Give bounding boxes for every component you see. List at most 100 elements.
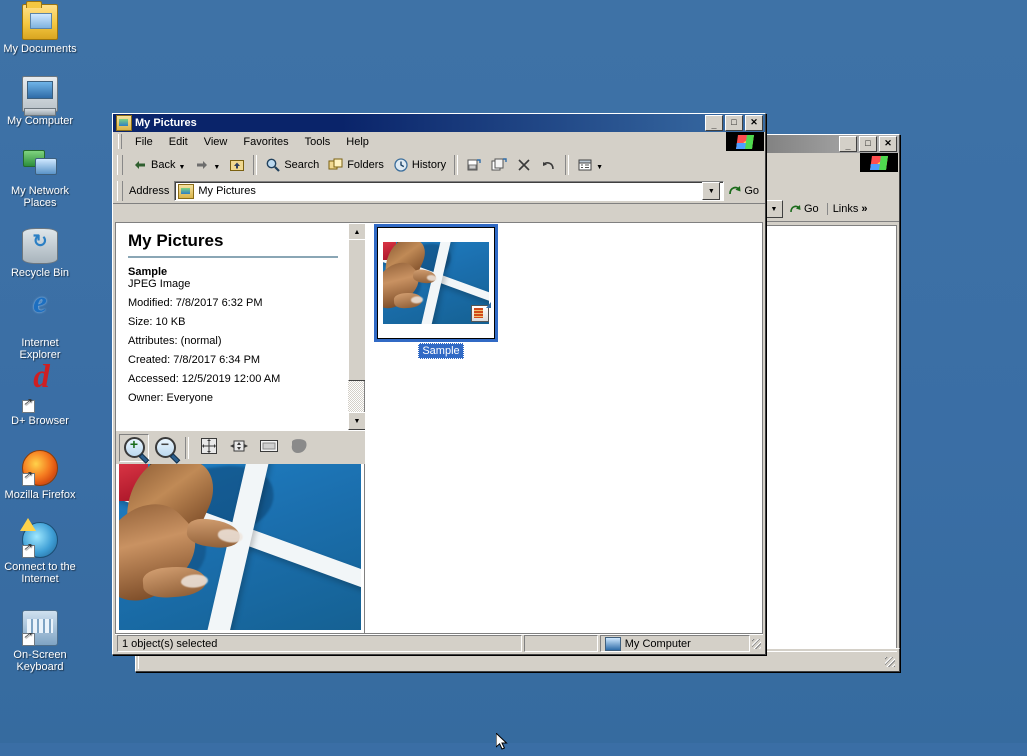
full-screen-button[interactable]: [255, 435, 283, 461]
menu-edit[interactable]: Edit: [161, 134, 196, 150]
desktop-icon-label: My Documents: [3, 43, 77, 55]
menu-file[interactable]: File: [127, 134, 161, 150]
desktop-icon-internet-explorer[interactable]: Internet Explorer: [0, 296, 80, 361]
background-window-titlebar[interactable]: _ □ ✕: [761, 135, 899, 153]
views-icon: [577, 157, 593, 173]
background-browser-window[interactable]: _ □ ✕ ▼ Go Links »: [760, 134, 900, 672]
desktop-icon-my-network-places[interactable]: My Network Places: [0, 148, 80, 209]
menu-view[interactable]: View: [196, 134, 236, 150]
shortcut-overlay-icon: [22, 470, 35, 486]
links-button[interactable]: Links »: [826, 203, 873, 215]
history-label: History: [411, 159, 447, 171]
delete-icon: [516, 157, 532, 173]
menu-help[interactable]: Help: [338, 134, 377, 150]
zoom-out-button[interactable]: −: [151, 435, 179, 461]
desktop-icon-label: My Computer: [6, 115, 74, 127]
back-button[interactable]: Back ▼: [128, 152, 189, 178]
file-info-panel: My Pictures Sample JPEG Image Modified: …: [116, 223, 348, 437]
views-button[interactable]: ▼: [573, 152, 607, 178]
folder-documents-icon: [22, 1, 58, 40]
go-button[interactable]: Go: [785, 203, 825, 216]
explorer-titlebar[interactable]: My Pictures _ □ ✕: [113, 114, 765, 132]
desktop-icon-my-documents[interactable]: My Documents: [0, 1, 80, 55]
info-pane-scrollbar[interactable]: ▲ ▼: [348, 223, 366, 430]
best-fit-button[interactable]: [225, 435, 253, 461]
actual-size-button[interactable]: [195, 435, 223, 461]
close-button[interactable]: ✕: [879, 136, 897, 152]
menu-tools[interactable]: Tools: [297, 134, 339, 150]
folders-button[interactable]: Folders: [324, 152, 388, 178]
desktop-icon-recycle-bin[interactable]: Recycle Bin: [0, 228, 80, 279]
move-to-button[interactable]: [462, 152, 486, 178]
minimize-button[interactable]: _: [705, 115, 723, 131]
folders-label: Folders: [347, 159, 384, 171]
file-list-area[interactable]: Sample: [365, 223, 762, 633]
list-item-label: Sample: [418, 343, 464, 359]
address-input[interactable]: My Pictures ▼: [174, 181, 725, 201]
chevron-down-icon[interactable]: ▼: [178, 164, 185, 171]
copy-to-button[interactable]: [487, 152, 511, 178]
scroll-thumb[interactable]: [348, 239, 366, 381]
maximize-button[interactable]: □: [725, 115, 743, 131]
resize-grip[interactable]: [750, 637, 764, 651]
background-window-buttons: _ □ ✕: [839, 136, 897, 152]
address-grip[interactable]: [117, 181, 123, 201]
menu-grip[interactable]: [118, 134, 122, 149]
desktop-icon-label: Mozilla Firefox: [4, 489, 76, 501]
copy-to-icon: [491, 157, 507, 173]
chevron-down-icon[interactable]: ▼: [213, 164, 220, 171]
thumbnail-frame[interactable]: [374, 224, 498, 342]
rotate-button[interactable]: [285, 435, 313, 461]
info-heading: My Pictures: [128, 231, 224, 250]
menu-favorites[interactable]: Favorites: [235, 134, 296, 150]
my-computer-small-icon: [604, 636, 621, 651]
forward-button[interactable]: ▼: [190, 152, 224, 178]
internet-explorer-icon: [23, 296, 57, 334]
chevron-down-icon[interactable]: ▼: [596, 164, 603, 171]
undo-button[interactable]: [537, 152, 561, 178]
on-screen-keyboard-icon: [22, 610, 58, 646]
zoom-in-button[interactable]: +: [119, 433, 149, 462]
delete-button[interactable]: [512, 152, 536, 178]
desktop-icon-mozilla-firefox[interactable]: Mozilla Firefox: [0, 450, 80, 501]
back-label: Back: [151, 159, 176, 171]
desktop-icon-label: On-Screen Keyboard: [13, 649, 67, 673]
desktop-icon-my-computer[interactable]: My Computer: [0, 76, 80, 127]
network-places-icon: [23, 148, 57, 182]
desktop-icon-d-plus-browser[interactable]: D+ Browser: [0, 371, 80, 427]
toolbar-grip[interactable]: [117, 155, 123, 175]
my-pictures-folder-icon: [178, 183, 195, 199]
my-pictures-explorer-window[interactable]: My Pictures _ □ ✕ File Edit View Favorit…: [112, 113, 766, 655]
desktop-icon-connect-to-the-internet[interactable]: Connect to the Internet: [0, 518, 80, 585]
menu-bar[interactable]: File Edit View Favorites Tools Help: [113, 132, 765, 152]
scroll-track[interactable]: [348, 239, 366, 414]
address-bar[interactable]: Address My Pictures ▼ Go: [113, 179, 765, 204]
info-size: Size: 10 KB: [128, 316, 186, 328]
actual-size-icon: [199, 437, 219, 458]
background-window-menubar[interactable]: [761, 153, 899, 176]
close-button[interactable]: ✕: [745, 115, 763, 131]
history-button[interactable]: History: [389, 152, 450, 178]
background-window-address-bar[interactable]: ▼ Go Links »: [761, 197, 899, 222]
desktop-icon-on-screen-keyboard[interactable]: On-Screen Keyboard: [0, 610, 80, 673]
background-window-toolbar[interactable]: [761, 176, 899, 197]
address-dropdown-button[interactable]: ▼: [702, 182, 721, 200]
go-button[interactable]: Go: [724, 184, 765, 198]
go-arrow-icon: [789, 203, 802, 216]
scroll-down-button[interactable]: ▼: [348, 412, 366, 430]
info-preview-pane: My Pictures Sample JPEG Image Modified: …: [116, 223, 367, 633]
up-one-level-button[interactable]: [225, 152, 249, 178]
search-button[interactable]: Search: [261, 152, 323, 178]
standard-toolbar[interactable]: Back ▼ ▼ Search Folders History ▼: [113, 152, 765, 179]
address-dropdown-button[interactable]: ▼: [765, 200, 783, 218]
info-file-name: Sample: [128, 266, 168, 278]
image-preview[interactable]: [119, 464, 361, 630]
recycle-bin-icon: [22, 228, 58, 264]
minimize-button[interactable]: _: [839, 136, 857, 152]
maximize-button[interactable]: □: [859, 136, 877, 152]
resize-grip[interactable]: [883, 655, 897, 669]
forward-arrow-icon: [194, 157, 210, 173]
list-item[interactable]: Sample: [374, 224, 505, 359]
image-preview-toolbar[interactable]: + −: [116, 430, 367, 464]
history-icon: [393, 157, 409, 173]
